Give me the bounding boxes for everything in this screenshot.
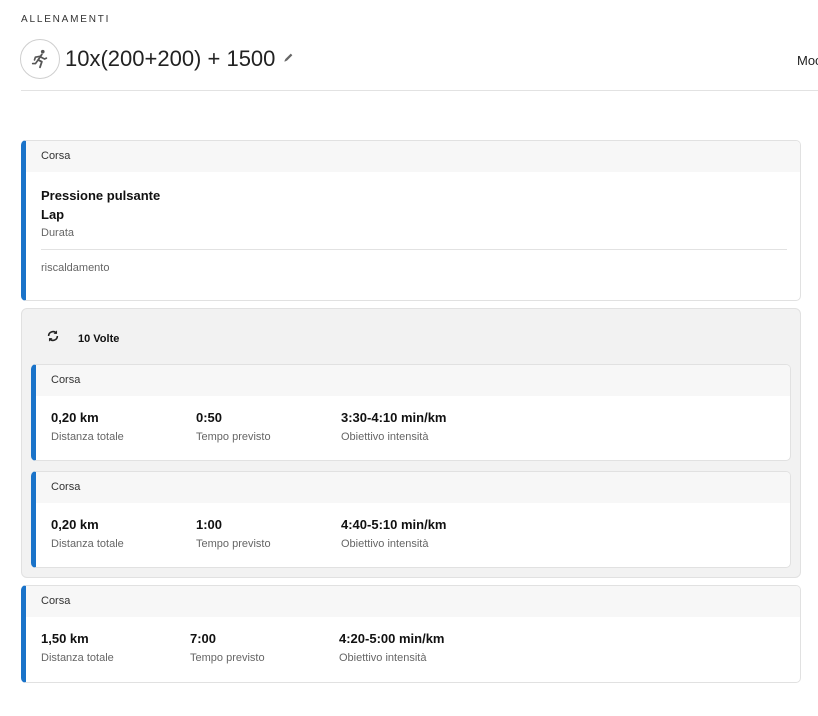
distance-label: Distanza totale [41, 652, 114, 664]
step-type-header: Corsa [36, 365, 790, 396]
target-label: Obiettivo intensità [339, 652, 427, 664]
target-value: 3:30-4:10 min/km [341, 410, 447, 425]
pencil-icon[interactable] [283, 52, 294, 63]
time-metric: 1:00 Tempo previsto [196, 517, 271, 550]
cooldown-step-card[interactable]: Corsa 1,50 km Distanza totale 7:00 Tempo… [21, 585, 801, 683]
target-metric: 4:20-5:00 min/km Obiettivo intensità [339, 631, 445, 664]
repeat-count-label: 10 Volte [78, 332, 120, 345]
time-metric: 0:50 Tempo previsto [196, 410, 271, 443]
time-value: 0:50 [196, 410, 223, 425]
step-type-header: Corsa [36, 472, 790, 503]
distance-metric: 1,50 km Distanza totale [41, 631, 114, 664]
distance-metric: 0,20 km Distanza totale [51, 410, 124, 443]
distance-metric: 0,20 km Distanza totale [51, 517, 124, 550]
target-label: Obiettivo intensità [341, 431, 429, 443]
breadcrumb[interactable]: ALLENAMENTI [21, 14, 110, 25]
time-metric: 7:00 Tempo previsto [190, 631, 265, 664]
modify-button[interactable]: Moc [797, 53, 818, 68]
target-value: 4:20-5:00 min/km [339, 631, 445, 646]
target-value: 4:40-5:10 min/km [341, 517, 447, 532]
target-metric: 4:40-5:10 min/km Obiettivo intensità [341, 517, 447, 550]
page-title: 10x(200+200) + 1500 [65, 46, 276, 71]
distance-value: 1,50 km [41, 631, 89, 646]
target-metric: 3:30-4:10 min/km Obiettivo intensità [341, 410, 447, 443]
step-note: riscaldamento [41, 262, 110, 274]
duration-label: Durata [41, 227, 75, 239]
duration-type-value: Pressione pulsante [41, 188, 161, 203]
distance-value: 0,20 km [51, 410, 99, 425]
time-value: 1:00 [196, 517, 223, 532]
duration-lap-value: Lap [41, 207, 65, 222]
repeat-header: 10 Volte [46, 329, 119, 348]
time-label: Tempo previsto [190, 652, 265, 664]
target-label: Obiettivo intensità [341, 538, 429, 550]
time-value: 7:00 [190, 631, 217, 646]
title-row: 10x(200+200) + 1500 [20, 39, 294, 79]
repeat-block: 10 Volte Corsa 0,20 km Distanza totale 0… [21, 308, 801, 578]
distance-value: 0,20 km [51, 517, 99, 532]
distance-label: Distanza totale [51, 431, 124, 443]
step-type-header: Corsa [26, 141, 800, 172]
header-divider [21, 90, 818, 91]
time-label: Tempo previsto [196, 538, 271, 550]
distance-label: Distanza totale [51, 538, 124, 550]
step-type-header: Corsa [26, 586, 800, 617]
time-label: Tempo previsto [196, 431, 271, 443]
repeat-icon [46, 329, 60, 348]
running-person-icon [20, 39, 60, 79]
divider [41, 249, 787, 250]
repeat-step-card[interactable]: Corsa 0,20 km Distanza totale 1:00 Tempo… [31, 471, 791, 568]
warmup-step-card[interactable]: Corsa Pressione pulsante Lap Durata risc… [21, 140, 801, 301]
repeat-step-card[interactable]: Corsa 0,20 km Distanza totale 0:50 Tempo… [31, 364, 791, 461]
